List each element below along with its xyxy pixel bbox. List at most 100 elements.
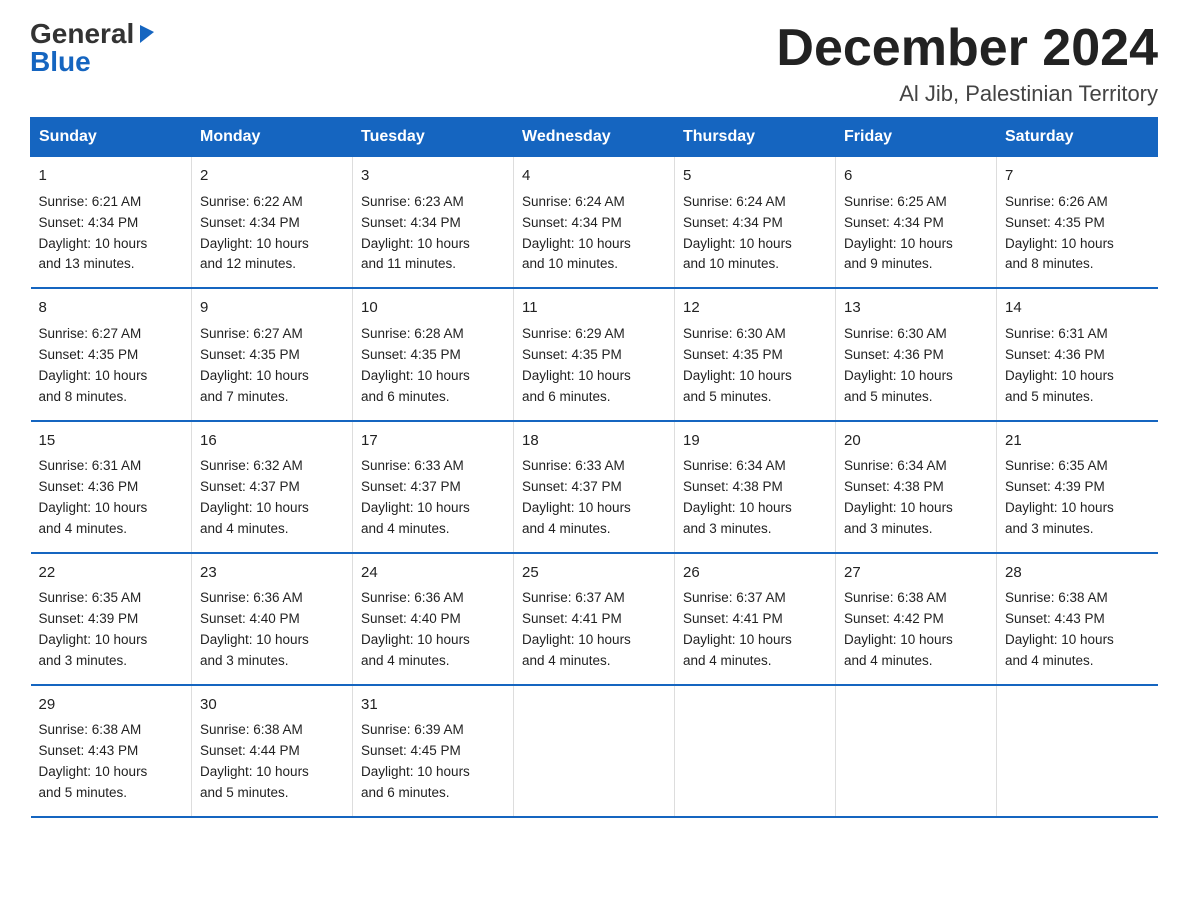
day-info: Sunrise: 6:39 AMSunset: 4:45 PMDaylight:… bbox=[361, 720, 505, 804]
calendar-cell: 7 Sunrise: 6:26 AMSunset: 4:35 PMDaylight… bbox=[997, 157, 1158, 289]
day-number: 25 bbox=[522, 562, 666, 585]
day-info: Sunrise: 6:35 AMSunset: 4:39 PMDaylight:… bbox=[1005, 456, 1150, 540]
calendar-cell: 8 Sunrise: 6:27 AMSunset: 4:35 PMDaylight… bbox=[31, 288, 192, 420]
day-info: Sunrise: 6:32 AMSunset: 4:37 PMDaylight:… bbox=[200, 456, 344, 540]
day-info: Sunrise: 6:36 AMSunset: 4:40 PMDaylight:… bbox=[200, 588, 344, 672]
column-header-monday: Monday bbox=[192, 118, 353, 157]
logo-general-text: General bbox=[30, 20, 134, 48]
calendar-cell: 16 Sunrise: 6:32 AMSunset: 4:37 PMDayligh… bbox=[192, 421, 353, 553]
calendar-cell: 27 Sunrise: 6:38 AMSunset: 4:42 PMDayligh… bbox=[836, 553, 997, 685]
calendar-week-row: 22 Sunrise: 6:35 AMSunset: 4:39 PMDayligh… bbox=[31, 553, 1158, 685]
day-number: 10 bbox=[361, 297, 505, 320]
day-info: Sunrise: 6:33 AMSunset: 4:37 PMDaylight:… bbox=[522, 456, 666, 540]
day-info: Sunrise: 6:38 AMSunset: 4:43 PMDaylight:… bbox=[1005, 588, 1150, 672]
calendar-cell: 10Sunrise: 6:28 AMSunset: 4:35 PMDayligh… bbox=[353, 288, 514, 420]
calendar-cell: 28 Sunrise: 6:38 AMSunset: 4:43 PMDayligh… bbox=[997, 553, 1158, 685]
day-number: 18 bbox=[522, 430, 666, 453]
calendar-cell bbox=[836, 685, 997, 817]
title-block: December 2024 Al Jib, Palestinian Territ… bbox=[776, 20, 1158, 107]
calendar-cell: 20 Sunrise: 6:34 AMSunset: 4:38 PMDayligh… bbox=[836, 421, 997, 553]
calendar-cell bbox=[997, 685, 1158, 817]
calendar-cell: 24Sunrise: 6:36 AMSunset: 4:40 PMDayligh… bbox=[353, 553, 514, 685]
day-number: 31 bbox=[361, 694, 505, 717]
logo-triangle-icon bbox=[136, 21, 158, 43]
calendar-subtitle: Al Jib, Palestinian Territory bbox=[776, 81, 1158, 107]
day-info: Sunrise: 6:27 AMSunset: 4:35 PMDaylight:… bbox=[39, 324, 184, 408]
day-info: Sunrise: 6:24 AMSunset: 4:34 PMDaylight:… bbox=[522, 192, 666, 276]
day-number: 29 bbox=[39, 694, 184, 717]
day-number: 11 bbox=[522, 297, 666, 320]
day-number: 28 bbox=[1005, 562, 1150, 585]
day-number: 30 bbox=[200, 694, 344, 717]
day-info: Sunrise: 6:22 AMSunset: 4:34 PMDaylight:… bbox=[200, 192, 344, 276]
logo-blue-text: Blue bbox=[30, 48, 91, 76]
day-info: Sunrise: 6:33 AMSunset: 4:37 PMDaylight:… bbox=[361, 456, 505, 540]
day-number: 22 bbox=[39, 562, 184, 585]
day-info: Sunrise: 6:31 AMSunset: 4:36 PMDaylight:… bbox=[1005, 324, 1150, 408]
day-info: Sunrise: 6:21 AMSunset: 4:34 PMDaylight:… bbox=[39, 192, 184, 276]
calendar-header-row: SundayMondayTuesdayWednesdayThursdayFrid… bbox=[31, 118, 1158, 157]
calendar-cell: 1 Sunrise: 6:21 AMSunset: 4:34 PMDaylight… bbox=[31, 157, 192, 289]
day-info: Sunrise: 6:37 AMSunset: 4:41 PMDaylight:… bbox=[522, 588, 666, 672]
day-info: Sunrise: 6:30 AMSunset: 4:35 PMDaylight:… bbox=[683, 324, 827, 408]
calendar-cell: 11 Sunrise: 6:29 AMSunset: 4:35 PMDayligh… bbox=[514, 288, 675, 420]
calendar-cell: 25 Sunrise: 6:37 AMSunset: 4:41 PMDayligh… bbox=[514, 553, 675, 685]
calendar-cell bbox=[514, 685, 675, 817]
day-info: Sunrise: 6:35 AMSunset: 4:39 PMDaylight:… bbox=[39, 588, 184, 672]
calendar-week-row: 8 Sunrise: 6:27 AMSunset: 4:35 PMDaylight… bbox=[31, 288, 1158, 420]
day-number: 2 bbox=[200, 165, 344, 188]
day-number: 6 bbox=[844, 165, 988, 188]
day-number: 14 bbox=[1005, 297, 1150, 320]
calendar-week-row: 1 Sunrise: 6:21 AMSunset: 4:34 PMDaylight… bbox=[31, 157, 1158, 289]
column-header-friday: Friday bbox=[836, 118, 997, 157]
calendar-cell: 9Sunrise: 6:27 AMSunset: 4:35 PMDaylight… bbox=[192, 288, 353, 420]
day-number: 9 bbox=[200, 297, 344, 320]
day-number: 15 bbox=[39, 430, 184, 453]
column-header-thursday: Thursday bbox=[675, 118, 836, 157]
calendar-cell: 29 Sunrise: 6:38 AMSunset: 4:43 PMDayligh… bbox=[31, 685, 192, 817]
day-number: 27 bbox=[844, 562, 988, 585]
calendar-cell: 6 Sunrise: 6:25 AMSunset: 4:34 PMDaylight… bbox=[836, 157, 997, 289]
day-info: Sunrise: 6:29 AMSunset: 4:35 PMDaylight:… bbox=[522, 324, 666, 408]
day-number: 13 bbox=[844, 297, 988, 320]
day-info: Sunrise: 6:25 AMSunset: 4:34 PMDaylight:… bbox=[844, 192, 988, 276]
day-number: 8 bbox=[39, 297, 184, 320]
calendar-title: December 2024 bbox=[776, 20, 1158, 77]
column-header-wednesday: Wednesday bbox=[514, 118, 675, 157]
day-number: 20 bbox=[844, 430, 988, 453]
calendar-cell bbox=[675, 685, 836, 817]
day-info: Sunrise: 6:34 AMSunset: 4:38 PMDaylight:… bbox=[683, 456, 827, 540]
day-info: Sunrise: 6:37 AMSunset: 4:41 PMDaylight:… bbox=[683, 588, 827, 672]
day-info: Sunrise: 6:34 AMSunset: 4:38 PMDaylight:… bbox=[844, 456, 988, 540]
logo: General Blue bbox=[30, 20, 158, 76]
day-info: Sunrise: 6:38 AMSunset: 4:42 PMDaylight:… bbox=[844, 588, 988, 672]
calendar-week-row: 29 Sunrise: 6:38 AMSunset: 4:43 PMDayligh… bbox=[31, 685, 1158, 817]
calendar-cell: 19Sunrise: 6:34 AMSunset: 4:38 PMDayligh… bbox=[675, 421, 836, 553]
day-number: 24 bbox=[361, 562, 505, 585]
day-number: 7 bbox=[1005, 165, 1150, 188]
day-info: Sunrise: 6:24 AMSunset: 4:34 PMDaylight:… bbox=[683, 192, 827, 276]
day-info: Sunrise: 6:26 AMSunset: 4:35 PMDaylight:… bbox=[1005, 192, 1150, 276]
calendar-cell: 17Sunrise: 6:33 AMSunset: 4:37 PMDayligh… bbox=[353, 421, 514, 553]
day-number: 26 bbox=[683, 562, 827, 585]
calendar-week-row: 15Sunrise: 6:31 AMSunset: 4:36 PMDayligh… bbox=[31, 421, 1158, 553]
calendar-cell: 14 Sunrise: 6:31 AMSunset: 4:36 PMDayligh… bbox=[997, 288, 1158, 420]
calendar-cell: 23 Sunrise: 6:36 AMSunset: 4:40 PMDayligh… bbox=[192, 553, 353, 685]
day-number: 5 bbox=[683, 165, 827, 188]
column-header-sunday: Sunday bbox=[31, 118, 192, 157]
calendar-cell: 12Sunrise: 6:30 AMSunset: 4:35 PMDayligh… bbox=[675, 288, 836, 420]
calendar-cell: 31 Sunrise: 6:39 AMSunset: 4:45 PMDayligh… bbox=[353, 685, 514, 817]
column-header-saturday: Saturday bbox=[997, 118, 1158, 157]
day-number: 3 bbox=[361, 165, 505, 188]
day-number: 16 bbox=[200, 430, 344, 453]
day-number: 1 bbox=[39, 165, 184, 188]
calendar-cell: 18 Sunrise: 6:33 AMSunset: 4:37 PMDayligh… bbox=[514, 421, 675, 553]
day-info: Sunrise: 6:38 AMSunset: 4:43 PMDaylight:… bbox=[39, 720, 184, 804]
day-number: 21 bbox=[1005, 430, 1150, 453]
day-number: 23 bbox=[200, 562, 344, 585]
calendar-cell: 2 Sunrise: 6:22 AMSunset: 4:34 PMDaylight… bbox=[192, 157, 353, 289]
calendar-table: SundayMondayTuesdayWednesdayThursdayFrid… bbox=[30, 117, 1158, 818]
day-number: 4 bbox=[522, 165, 666, 188]
calendar-cell: 13 Sunrise: 6:30 AMSunset: 4:36 PMDayligh… bbox=[836, 288, 997, 420]
day-info: Sunrise: 6:30 AMSunset: 4:36 PMDaylight:… bbox=[844, 324, 988, 408]
